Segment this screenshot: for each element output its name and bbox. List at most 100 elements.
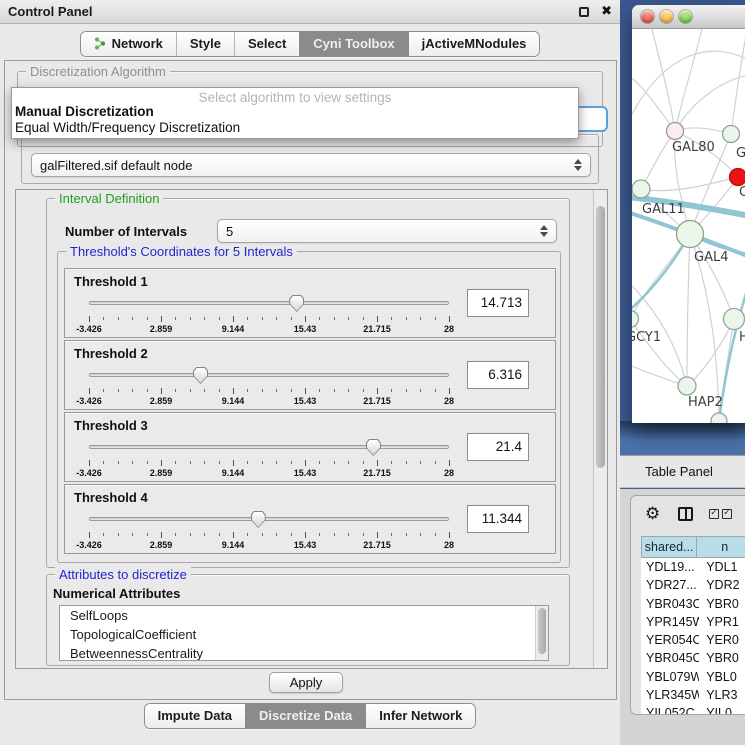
tab-jactivemnodules[interactable]: jActiveMNodules [408, 32, 540, 56]
close-traffic-light-icon[interactable] [641, 10, 654, 23]
scale-label: 28 [444, 396, 454, 406]
threshold-slider[interactable]: -3.4262.8599.14415.4321.71528 [89, 294, 449, 336]
checkbox-icon[interactable] [722, 509, 732, 519]
settings-vertical-scrollbar[interactable] [593, 190, 607, 668]
tab-discretize-data[interactable]: Discretize Data [245, 704, 365, 728]
control-panel: Control Panel ✖ NetworkStyle Select Cyni T… [0, 0, 620, 745]
threshold-value-field[interactable]: 21.4 [467, 433, 529, 461]
control-panel-titlebar: Control Panel ✖ [0, 0, 620, 24]
algorithm-dropdown-popup: Select algorithm to view settings Manual… [11, 87, 579, 139]
thresholds-coordinates-group: Threshold's Coordinates for 5 Intervals … [57, 251, 561, 563]
scale-label: 15.43 [294, 540, 317, 550]
column-header-name[interactable]: n [697, 536, 745, 558]
slider-track[interactable] [89, 373, 449, 377]
network-window: GAL80 G GAL11 C GAL4 GCY1 H HAP2 [632, 5, 745, 423]
table-header-row: shared... n [641, 536, 745, 558]
table-row[interactable]: YER054CYER0 [641, 631, 745, 649]
slider-thumb[interactable] [289, 295, 304, 312]
checkbox-icon[interactable] [709, 509, 719, 519]
slider-scale-labels: -3.4262.8599.14415.4321.71528 [89, 324, 449, 335]
node-gcy1 [632, 311, 639, 328]
cell-shared-name: YIL052C [641, 704, 699, 714]
table-row[interactable]: YDL19...YDL1 [641, 558, 745, 576]
gear-icon[interactable]: ⚙ [645, 504, 660, 524]
number-of-intervals-label: Number of Intervals [65, 224, 187, 239]
slider-thumb[interactable] [251, 511, 266, 528]
select-columns-icons[interactable] [709, 509, 732, 519]
table-row[interactable]: YBR043CYBR0 [641, 595, 745, 613]
tab-network[interactable]: Network [81, 32, 176, 56]
minimize-traffic-light-icon[interactable] [660, 10, 673, 23]
slider-thumb[interactable] [366, 439, 381, 456]
menu-item-manual-discretization[interactable]: Manual Discretization [12, 104, 578, 120]
list-item[interactable]: BetweennessCentrality [60, 644, 548, 661]
group-label: Interval Definition [55, 191, 163, 206]
slider-track[interactable] [89, 517, 449, 521]
attributes-to-discretize-group: Attributes to discretize Numerical Attri… [46, 574, 570, 666]
cell-shared-name: YDR27... [641, 576, 699, 594]
scale-label: 21.715 [363, 468, 391, 478]
cell-name: YER0 [699, 631, 745, 649]
node-label-gal80: GAL80 [672, 140, 715, 155]
scale-label: 21.715 [363, 396, 391, 406]
threshold-panel-3: Threshold 3-3.4262.8599.14415.4321.71528… [64, 412, 556, 482]
table-data-combobox[interactable]: galFiltered.sif default node [31, 153, 591, 177]
threshold-slider[interactable]: -3.4262.8599.14415.4321.71528 [89, 510, 449, 552]
threshold-label: Threshold 3 [74, 418, 148, 433]
apply-button[interactable]: Apply [269, 672, 343, 693]
float-window-icon[interactable] [579, 7, 589, 17]
cell-name: YBR0 [699, 649, 745, 667]
interval-definition-group: Interval Definition Number of Intervals … [46, 198, 570, 568]
settings-scrollpane: Interval Definition Number of Intervals … [15, 189, 608, 669]
menu-item-equal-width-frequency[interactable]: Equal Width/Frequency Discretization [12, 120, 578, 136]
table-row[interactable]: YDR27...YDR2 [641, 576, 745, 594]
threshold-value-field[interactable]: 6.316 [467, 361, 529, 389]
columns-icon[interactable] [678, 507, 693, 521]
intervals-count-value: 5 [226, 224, 233, 239]
cell-shared-name: YER054C [641, 631, 699, 649]
threshold-value-field[interactable]: 14.713 [467, 289, 529, 317]
cell-name: YDR2 [699, 576, 745, 594]
threshold-slider[interactable]: -3.4262.8599.14415.4321.71528 [89, 366, 449, 408]
table-row[interactable]: YIL052CYIL0 [641, 704, 745, 714]
algorithm-hint: Select algorithm to view settings [12, 88, 578, 104]
attributes-scrollbar[interactable] [535, 606, 548, 660]
slider-thumb[interactable] [193, 367, 208, 384]
zoom-traffic-light-icon[interactable] [679, 10, 692, 23]
tab-impute-data[interactable]: Impute Data [145, 704, 245, 728]
cell-shared-name: YBR043C [641, 595, 699, 613]
tab-select[interactable]: Select [234, 32, 299, 56]
node-hap2 [678, 377, 696, 395]
cell-name: YIL0 [699, 704, 745, 714]
tab-infer-network[interactable]: Infer Network [365, 704, 475, 728]
threshold-panel-4: Threshold 4-3.4262.8599.14415.4321.71528… [64, 484, 556, 554]
slider-scale-labels: -3.4262.8599.14415.4321.71528 [89, 396, 449, 407]
close-icon[interactable]: ✖ [601, 7, 612, 17]
number-of-intervals-combobox[interactable]: 5 [217, 219, 557, 243]
threshold-slider[interactable]: -3.4262.8599.14415.4321.71528 [89, 438, 449, 480]
node-label-gcy1: GCY1 [632, 330, 661, 345]
tab-label: jActiveMNodules [422, 36, 527, 51]
cell-shared-name: YBL079W [641, 668, 699, 686]
tab-cyni-toolbox[interactable]: Cyni Toolbox [299, 32, 407, 56]
table-row[interactable]: YPR145WYPR1 [641, 613, 745, 631]
slider-track[interactable] [89, 301, 449, 305]
tab-style[interactable]: Style [176, 32, 234, 56]
list-item[interactable]: TopologicalCoefficient [60, 625, 548, 644]
tab-label: Cyni Toolbox [313, 36, 394, 51]
threshold-value-field[interactable]: 11.344 [467, 505, 529, 533]
table-row[interactable]: YBL079WYBL0 [641, 668, 745, 686]
list-item[interactable]: SelfLoops [60, 606, 548, 625]
scale-label: 15.43 [294, 468, 317, 478]
column-header-shared-name[interactable]: shared... [641, 536, 697, 558]
table-row[interactable]: YBR045CYBR0 [641, 649, 745, 667]
slider-track[interactable] [89, 445, 449, 449]
network-canvas[interactable]: GAL80 G GAL11 C GAL4 GCY1 H HAP2 [632, 29, 745, 423]
scale-label: 15.43 [294, 396, 317, 406]
scale-label: 2.859 [150, 396, 173, 406]
node-top-right [723, 126, 740, 143]
table-toolbar: ⚙ [631, 496, 745, 532]
stepper-arrows-icon [568, 159, 582, 171]
tab-label: Select [248, 36, 286, 51]
table-row[interactable]: YLR345WYLR3 [641, 686, 745, 704]
